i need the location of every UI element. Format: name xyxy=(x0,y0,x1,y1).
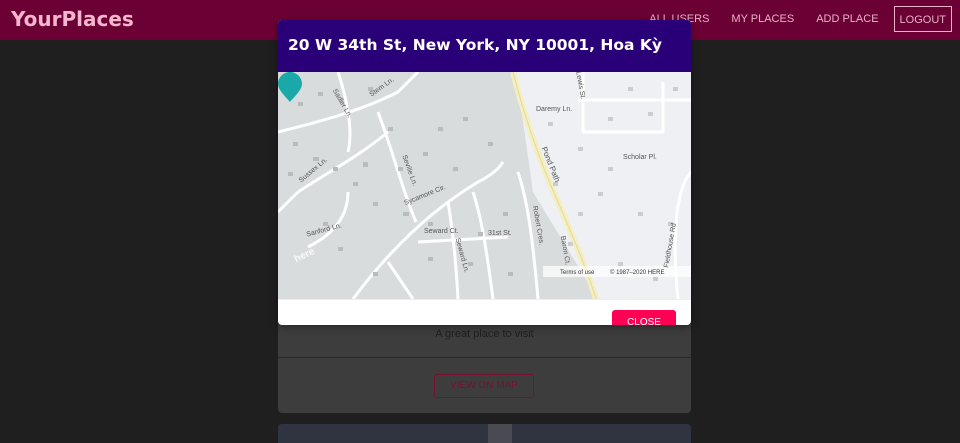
map-modal: 20 W 34th St, New York, NY 10001, Hoa Kỳ xyxy=(278,20,691,325)
place-card: A great place to visit VIEW ON MAP xyxy=(278,315,691,413)
place-image xyxy=(488,424,512,443)
place-description: A great place to visit xyxy=(435,328,534,340)
modal-title: 20 W 34th St, New York, NY 10001, Hoa Kỳ xyxy=(288,36,663,54)
location-pin-icon[interactable] xyxy=(278,72,302,102)
street-label: Daremy Ln. xyxy=(536,106,573,113)
nav-add-place[interactable]: ADD PLACE xyxy=(805,6,889,32)
modal-footer: CLOSE xyxy=(278,299,691,325)
street-label: Scholar Pl. xyxy=(623,154,657,161)
modal-header: 20 W 34th St, New York, NY 10001, Hoa Kỳ xyxy=(278,20,691,72)
logo[interactable]: YourPlaces xyxy=(11,7,134,31)
view-on-map-button[interactable]: VIEW ON MAP xyxy=(434,374,534,398)
map-terms-link[interactable]: Terms of use xyxy=(560,270,594,276)
nav-my-places[interactable]: MY PLACES xyxy=(720,6,805,32)
map-copyright: © 1987–2020 HERE xyxy=(610,270,665,276)
street-label: Seward Ct. xyxy=(424,228,459,235)
card-divider xyxy=(278,357,691,358)
logout-button[interactable]: LOGOUT xyxy=(893,6,952,32)
next-place-card xyxy=(278,424,691,443)
street-label: 31st St. xyxy=(488,230,512,237)
close-button[interactable]: CLOSE xyxy=(612,310,676,325)
map-view[interactable]: Sadler Ln. Stem Ln. Sussex Ln. Seville L… xyxy=(278,72,691,299)
